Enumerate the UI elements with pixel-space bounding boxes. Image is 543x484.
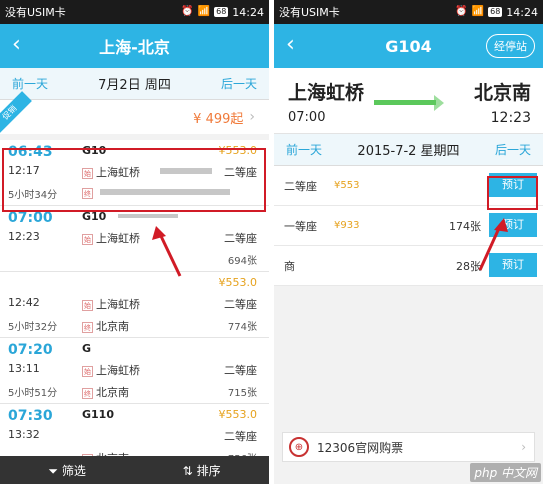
watermark: php 中文网 (470, 463, 541, 482)
train-code: G110 (82, 408, 114, 421)
tickets-left: 774张 (227, 322, 257, 333)
highlight-box (487, 176, 538, 210)
train-code: G (82, 342, 92, 355)
filter-icon: ⏷ (48, 463, 59, 478)
alarm-icon: ⏰ (181, 6, 194, 17)
to-station: 终北京南 (82, 386, 129, 399)
departure-time: 07:30 (8, 408, 53, 424)
carrier-label: 没有USIM卡 (5, 6, 66, 19)
prev-day-button[interactable]: 前一天 (286, 141, 322, 158)
route-arrow-icon (374, 100, 436, 105)
right-phone-screen: 没有USIM卡 ⏰ 📶 68 14:24 ‹ G104 经停站 上海虹桥 北京南… (274, 0, 543, 484)
next-day-button[interactable]: 后一天 (221, 75, 257, 92)
sort-icon: ⇅ (182, 463, 193, 478)
ticket-link-label: 12306官网购票 (317, 440, 404, 455)
origin-tag-icon: 始 (82, 300, 93, 311)
prev-day-button[interactable]: 前一天 (12, 75, 48, 92)
wifi-icon: 📶 (197, 6, 211, 17)
seat-class: 二等座 (224, 232, 257, 245)
origin-tag-icon: 始 (82, 366, 93, 377)
to-station: 终北京南 (82, 320, 129, 333)
seat-class: 二等座 (224, 364, 257, 377)
page-title: 上海-北京 (99, 38, 170, 57)
status-bar: 没有USIM卡 ⏰ 📶 68 14:24 (274, 0, 543, 24)
tickets-left: 694张 (227, 256, 257, 267)
arrival-time: 13:32 (8, 428, 40, 441)
route-arrowhead-icon (434, 95, 444, 111)
seat-name: 二等座 (284, 179, 317, 193)
current-date[interactable]: 7月2日 周四 (98, 74, 171, 93)
tickets-left: 715张 (227, 388, 257, 399)
arrival-time: 13:11 (8, 362, 40, 375)
date-bar: 前一天 7月2日 周四 后一天 (0, 68, 269, 100)
from-station: 上海虹桥 (288, 82, 365, 104)
sort-button[interactable]: ⇅ 排序 (183, 462, 221, 479)
from-station: 始上海虹桥 (82, 364, 140, 377)
blur-mark (118, 214, 178, 218)
chevron-right-icon: › (249, 109, 255, 125)
stations-button[interactable]: 经停站 (486, 34, 535, 58)
seat-name: 商 (284, 259, 295, 273)
red-arrow-icon (152, 226, 182, 277)
duration: 5小时51分 (8, 388, 58, 399)
train-row[interactable]: ¥553.0 12:42 始上海虹桥 二等座 5小时32分 终北京南 774张 (0, 272, 269, 338)
seat-class: 二等座 (224, 298, 257, 311)
origin-tag-icon: 始 (82, 234, 93, 245)
current-date[interactable]: 2015-7-2 星期四 (357, 140, 459, 159)
clock-label: 14:24 (232, 5, 264, 19)
red-arrow-icon (478, 218, 508, 271)
alarm-icon: ⏰ (455, 6, 468, 17)
terminal-tag-icon: 终 (82, 322, 93, 333)
back-arrow-icon[interactable]: ‹ (286, 34, 295, 56)
arrival-time: 12:23 (8, 230, 40, 243)
status-bar: 没有USIM卡 ⏰ 📶 68 14:24 (0, 0, 269, 24)
promo-price: ¥ 499起 (193, 111, 244, 127)
carrier-label: 没有USIM卡 (279, 6, 340, 19)
bottom-toolbar: ⏷ 筛选 ⇅ 排序 (0, 456, 269, 484)
departure-time: 07:00 (288, 110, 326, 125)
duration: 5小时32分 (8, 322, 58, 333)
departure-time: 07:00 (8, 210, 53, 226)
chevron-right-icon: › (521, 440, 526, 454)
clock-label: 14:24 (506, 5, 538, 19)
seat-price: ¥933 (334, 220, 360, 231)
train-row[interactable]: 07:00 G10 12:23 始上海虹桥 二等座 694张 (0, 206, 269, 272)
railway-logo-icon: ⊕ (289, 437, 309, 457)
seat-price: ¥553 (334, 180, 360, 191)
wifi-icon: 📶 (471, 6, 485, 17)
page-title: G104 (385, 36, 432, 56)
departure-time: 07:20 (8, 342, 53, 358)
back-arrow-icon[interactable]: ‹ (12, 34, 21, 56)
from-station: 始上海虹桥 (82, 232, 140, 245)
header: ‹ 上海-北京 (0, 24, 269, 68)
official-ticket-link[interactable]: ⊕ 12306官网购票 › (282, 432, 535, 462)
arrival-time: 12:42 (8, 296, 40, 309)
to-station: 北京南 (473, 82, 531, 104)
left-phone-screen: 没有USIM卡 ⏰ 📶 68 14:24 ‹ 上海-北京 前一天 7月2日 周四… (0, 0, 269, 484)
terminal-tag-icon: 终 (82, 388, 93, 399)
filter-button[interactable]: ⏷ 筛选 (48, 462, 85, 479)
date-bar: 前一天 2015-7-2 星期四 后一天 (274, 134, 543, 166)
train-row[interactable]: 07:20 G 13:11 始上海虹桥 二等座 5小时51分 终北京南 715张 (0, 338, 269, 404)
arrival-time: 12:23 (490, 110, 531, 126)
header: ‹ G104 经停站 (274, 24, 543, 68)
route-summary: 上海虹桥 北京南 07:00 12:23 (274, 68, 543, 134)
battery-icon: 68 (488, 7, 503, 17)
train-price: ¥553.0 (218, 408, 258, 421)
battery-icon: 68 (214, 7, 229, 17)
next-day-button[interactable]: 后一天 (495, 141, 531, 158)
seat-name: 一等座 (284, 219, 317, 233)
train-price: ¥553.0 (218, 276, 258, 289)
from-station: 始上海虹桥 (82, 298, 140, 311)
seat-class: 二等座 (224, 430, 257, 443)
promo-row[interactable]: 促销 ¥ 499起 › (0, 91, 269, 140)
highlight-box (2, 148, 266, 212)
